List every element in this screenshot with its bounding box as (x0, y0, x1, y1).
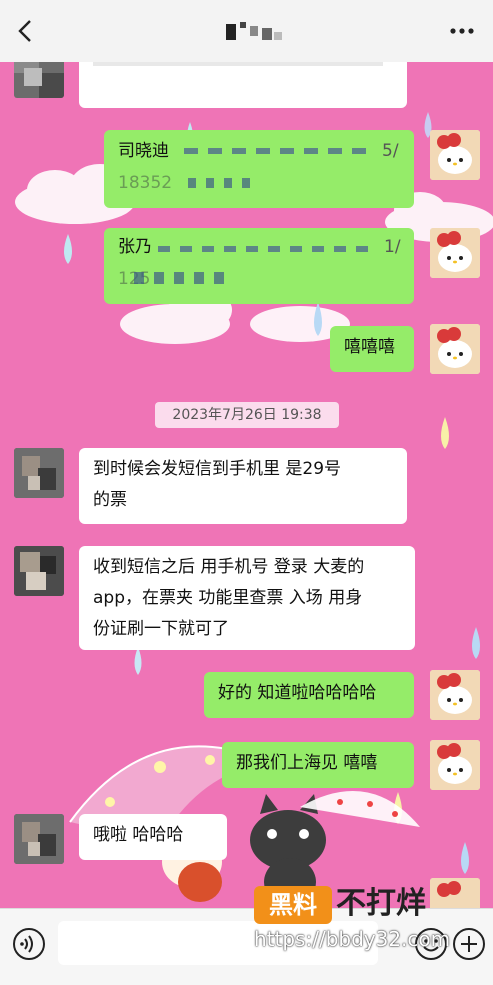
redacted-text (134, 272, 224, 284)
watermark-logo: 黑料 (254, 886, 332, 924)
avatar[interactable] (430, 228, 480, 278)
more-dots-icon[interactable] (449, 20, 475, 42)
watermark-brand: 不打烊 (336, 886, 426, 921)
message-text: 哦啦 哈哈哈 (93, 825, 184, 845)
message-text: 司晓迪 (118, 141, 169, 161)
redacted-text (158, 246, 378, 252)
chat-area[interactable]: 司晓迪 18352 5/ 张乃 125 1/ 嘻嘻嘻 (0, 62, 493, 908)
chat-title-redacted (226, 22, 282, 40)
message-bubble-outgoing[interactable]: 张乃 125 1/ (104, 228, 414, 304)
redacted-text (93, 62, 383, 66)
watermark-url: https://bbdy32.com (254, 927, 451, 951)
avatar[interactable] (14, 814, 64, 864)
message-bubble-incoming[interactable]: 哦啦 哈哈哈 (79, 814, 227, 860)
avatar[interactable] (14, 546, 64, 596)
avatar[interactable] (14, 62, 64, 98)
avatar[interactable] (430, 324, 480, 374)
watermark-logo-text: 黑料 (269, 891, 317, 919)
message-line: 份证刷一下就可了 (93, 619, 229, 639)
message-bubble-outgoing[interactable]: 好的 知道啦哈哈哈哈 (204, 672, 414, 718)
message-bubble-incoming[interactable] (79, 62, 407, 108)
message-line: 收到短信之后 用手机号 登录 大麦的 (93, 557, 365, 577)
message-text: 那我们上海见 嘻嘻 (236, 753, 378, 773)
message-text: 张乃 (118, 237, 152, 257)
redacted-text (188, 178, 258, 188)
message-line: app，在票夹 功能里查票 入场 用身 (93, 588, 363, 608)
message-line: 的票 (93, 490, 127, 510)
redacted-text (184, 148, 374, 154)
voice-icon[interactable] (12, 927, 46, 961)
avatar[interactable] (430, 670, 480, 720)
message-text: 好的 知道啦哈哈哈哈 (218, 683, 377, 703)
message-text: 嘻嘻嘻 (344, 337, 395, 357)
avatar[interactable] (430, 130, 480, 180)
message-bubble-incoming[interactable]: 收到短信之后 用手机号 登录 大麦的 app，在票夹 功能里查票 入场 用身 份… (79, 546, 415, 650)
message-bubble-incoming[interactable]: 到时候会发短信到手机里 是29号 的票 (79, 448, 407, 524)
message-bubble-outgoing[interactable]: 嘻嘻嘻 (330, 326, 414, 372)
message-text-end: 5/ (382, 141, 399, 161)
chat-header (0, 0, 493, 63)
message-bubble-outgoing[interactable]: 司晓迪 18352 5/ (104, 130, 414, 208)
avatar[interactable] (14, 448, 64, 498)
chevron-left-icon[interactable] (14, 18, 36, 44)
message-bubble-outgoing[interactable]: 那我们上海见 嘻嘻 (222, 742, 414, 788)
avatar[interactable] (430, 740, 480, 790)
message-text-partial: 18352 (118, 173, 173, 193)
message-text-end: 1/ (384, 237, 401, 257)
timestamp: 2023年7月26日 19:38 (155, 402, 339, 428)
watermark: 黑料 不打烊 https://bbdy32.com (250, 884, 490, 956)
message-line: 到时候会发短信到手机里 是29号 (93, 459, 342, 479)
